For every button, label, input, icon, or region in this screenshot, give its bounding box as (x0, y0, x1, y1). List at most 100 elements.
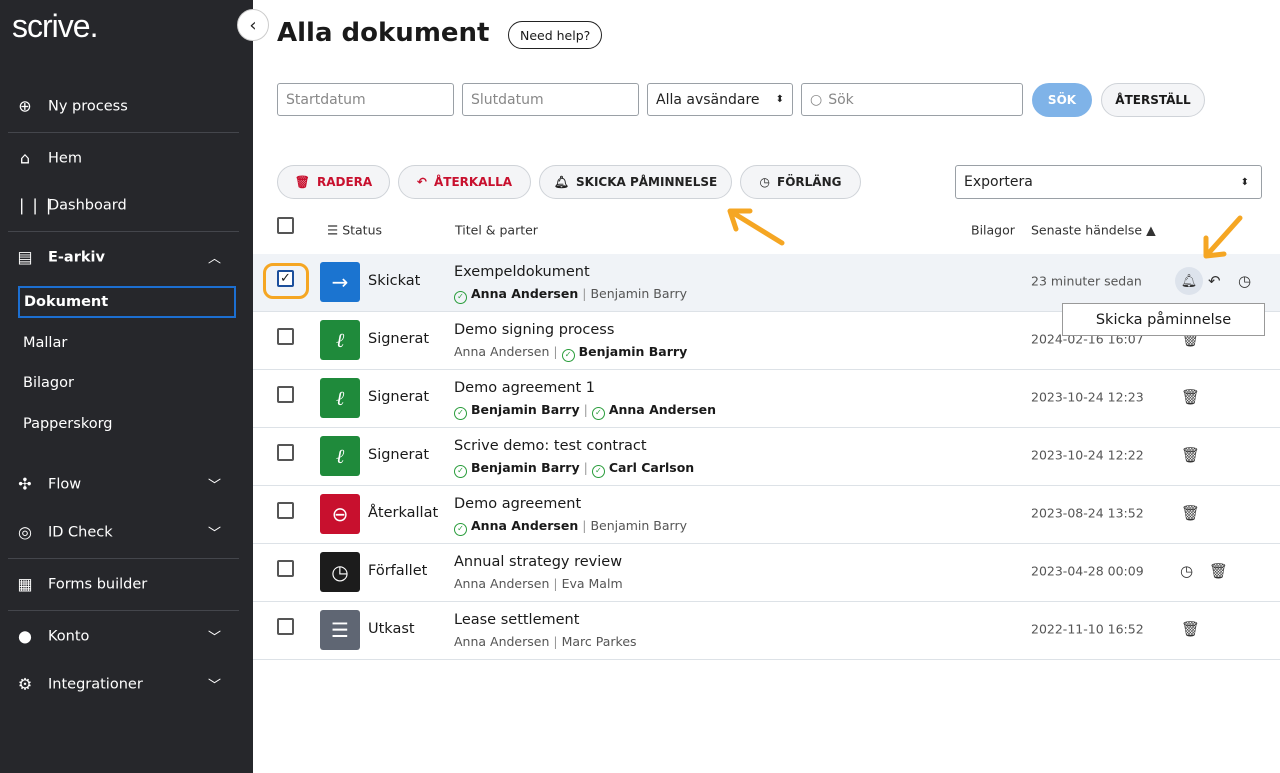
sidebar-item-templates[interactable]: Mallar (23, 335, 67, 351)
sidebar-item-earchive[interactable]: ▤ E-arkiv (15, 248, 105, 267)
table-row[interactable]: ℓ Signerat Demo agreement 1 ✓ Benjamin Ba… (253, 370, 1280, 428)
sidebar-item-flow[interactable]: ✣ Flow (15, 475, 81, 494)
latest-event: 2023-10-24 12:22 (1031, 447, 1144, 463)
gear-icon: ⚙ (17, 674, 33, 694)
sidebar-item-idcheck[interactable]: ◎ ID Check (15, 523, 113, 542)
table-row[interactable]: ◷ Förfallet Annual strategy review Anna … (253, 544, 1280, 602)
row-checkbox[interactable] (277, 618, 294, 635)
party: Anna Andersen (454, 344, 550, 359)
sidebar-item-account[interactable]: ● Konto (15, 627, 89, 646)
chevron-down-icon[interactable]: ﹀ (208, 675, 221, 694)
party: Benjamin Barry (590, 518, 687, 533)
sort-arrows-icon: ⬍ (775, 94, 784, 105)
table-row[interactable]: ⊖ Återkallat Demo agreement ✓ Anna Anders… (253, 486, 1280, 544)
fingerprint-icon: ◎ (18, 522, 32, 542)
extend-button[interactable]: ◷ FÖRLÄNG (740, 165, 861, 199)
sidebar-item-forms-builder[interactable]: ▦ Forms builder (15, 575, 147, 594)
sender-select[interactable]: Alla avsändare ⬍ (647, 83, 793, 116)
document-title[interactable]: Demo agreement (454, 496, 581, 512)
check-circle-icon: ✓ (454, 523, 467, 536)
sidebar-item-attachments[interactable]: Bilagor (23, 375, 74, 391)
collapse-sidebar-button[interactable]: ‹ (237, 9, 269, 41)
start-date-input[interactable]: Startdatum (277, 83, 454, 116)
label: Ny process (48, 98, 128, 114)
annotation-arrow (727, 208, 785, 246)
sidebar-item-dashboard[interactable]: ❘❘❘ Dashboard (15, 196, 127, 215)
clock-icon: ◷ (759, 175, 770, 189)
table-row[interactable]: ℓ Signerat Scrive demo: test contract ✓ B… (253, 428, 1280, 486)
divider (8, 610, 239, 611)
sidebar-item-documents[interactable]: Dokument (18, 286, 236, 318)
grid-icon: ▦ (17, 574, 33, 594)
trash-icon[interactable]: 🗑 (1181, 504, 1200, 522)
row-checkbox[interactable] (277, 386, 294, 403)
search-input[interactable]: ○ Sök (801, 83, 1023, 116)
select-all-checkbox[interactable] (277, 217, 294, 234)
trash-icon[interactable]: 🗑 (1209, 562, 1228, 580)
search-button[interactable]: SÖK (1032, 83, 1092, 117)
parties: Anna Andersen | Marc Parkes (454, 634, 637, 649)
party: Anna Andersen (454, 634, 550, 649)
status-text: Signerat (368, 447, 430, 463)
latest-event-column-header[interactable]: Senaste händelse ▲ (1031, 223, 1156, 238)
delete-button[interactable]: 🗑 RADERA (277, 165, 390, 199)
row-checkbox[interactable] (277, 502, 294, 519)
document-title[interactable]: Demo signing process (454, 322, 614, 338)
tooltip: Skicka påminnelse (1062, 303, 1265, 336)
chevron-up-icon[interactable]: ︿ (208, 248, 221, 267)
plus-circle-icon: ⊕ (18, 96, 32, 116)
sidebar-item-new-process[interactable]: ⊕ Ny process (15, 96, 128, 116)
chevron-down-icon[interactable]: ﹀ (208, 475, 221, 494)
status-text: Förfallet (368, 563, 428, 579)
send-reminder-button[interactable]: 🔔︎ SKICKA PÅMINNELSE (539, 165, 732, 199)
end-date-input[interactable]: Slutdatum (462, 83, 639, 116)
undo-icon: ↶ (416, 175, 427, 189)
chevron-down-icon[interactable]: ﹀ (208, 523, 221, 542)
page-title: Alla dokument (277, 18, 490, 48)
trash-icon[interactable]: 🗑 (1181, 620, 1200, 638)
document-title[interactable]: Lease settlement (454, 612, 579, 628)
row-checkbox[interactable]: ✓ (277, 270, 294, 287)
latest-event: 23 minuter sedan (1031, 273, 1142, 289)
clock-icon[interactable]: ◷ (1238, 272, 1251, 290)
bell-icon[interactable]: 🔔︎ (1175, 267, 1203, 295)
check-circle-icon: ✓ (454, 407, 467, 420)
party: Marc Parkes (561, 634, 637, 649)
label: Forms builder (48, 576, 148, 592)
sidebar-item-trash[interactable]: Papperskorg (23, 416, 113, 432)
sidebar-item-integrations[interactable]: ⚙ Integrationer (15, 675, 143, 694)
label: RADERA (317, 175, 373, 189)
document-title[interactable]: Annual strategy review (454, 554, 622, 570)
undo-icon[interactable]: ↶ (1208, 272, 1221, 290)
party: Anna Andersen (471, 518, 579, 533)
latest-event: 2023-10-24 12:23 (1031, 389, 1144, 405)
sidebar-item-home[interactable]: ⌂ Hem (15, 149, 82, 168)
chevron-down-icon[interactable]: ﹀ (208, 627, 221, 646)
label: Integrationer (48, 676, 143, 692)
status-text: Signerat (368, 331, 430, 347)
trash-icon[interactable]: 🗑 (1181, 446, 1200, 464)
recall-button[interactable]: ↶ ÅTERKALLA (398, 165, 531, 199)
row-checkbox[interactable] (277, 560, 294, 577)
document-title[interactable]: Exempeldokument (454, 264, 590, 280)
status-icon: → (320, 262, 360, 302)
label: ID Check (48, 524, 113, 540)
need-help-button[interactable]: Need help? (508, 21, 603, 49)
table-row[interactable]: ☰ Utkast Lease settlement Anna Andersen … (253, 602, 1280, 660)
divider (8, 132, 239, 133)
document-title[interactable]: Scrive demo: test contract (454, 438, 647, 454)
row-checkbox[interactable] (277, 328, 294, 345)
parties: Anna Andersen | Eva Malm (454, 576, 623, 591)
document-title[interactable]: Demo agreement 1 (454, 380, 595, 396)
clock-icon[interactable]: ◷ (1180, 562, 1193, 580)
filter-icon: ☰ (327, 222, 343, 238)
row-checkbox[interactable] (277, 444, 294, 461)
export-select[interactable]: Exportera ⬍ (955, 165, 1262, 199)
party: Eva Malm (561, 576, 623, 591)
label: ÅTERKALLA (433, 175, 513, 189)
title-column-header: Titel & parter (455, 222, 538, 238)
reset-button[interactable]: ÅTERSTÄLL (1101, 83, 1205, 117)
trash-icon[interactable]: 🗑 (1181, 388, 1200, 406)
status-icon: ℓ (320, 320, 360, 360)
status-column-header[interactable]: ☰ Status (327, 223, 382, 238)
